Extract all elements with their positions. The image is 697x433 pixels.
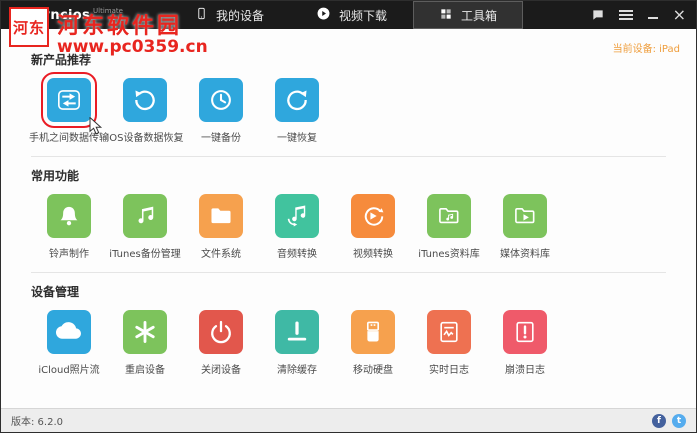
feedback-bubble-icon[interactable] (591, 8, 605, 22)
music-note-icon (123, 194, 167, 238)
brand-name: Syncios (32, 7, 91, 23)
section-divider (31, 156, 666, 157)
brand-edition: Ultimate (93, 7, 123, 15)
facebook-icon[interactable]: f (652, 413, 666, 428)
data-recovery-icon (123, 78, 167, 122)
tool-label: iTunes备份管理 (109, 249, 181, 260)
restore-arrow-icon (275, 78, 319, 122)
tool-label: 音频转换 (277, 249, 317, 260)
tool-itunes-library[interactable]: iTunes资料库 (411, 194, 487, 260)
tool-audio-converter[interactable]: 音频转换 (259, 194, 335, 260)
bell-icon (47, 194, 91, 238)
transfer-arrows-icon (41, 72, 97, 128)
tool-label: iCloud照片流 (38, 365, 100, 376)
tool-one-key-backup[interactable]: 一键备份 (183, 78, 259, 144)
tab-label: 工具箱 (460, 8, 497, 23)
titlebar-controls: × (591, 1, 688, 29)
section-common-functions: 常用功能铃声制作 iTunes备份管理 文件系统 音频转换 视频转换 iTunes资料库 媒… (31, 167, 666, 260)
tool-label: 清除缓存 (277, 365, 317, 376)
tool-label: 文件系统 (201, 249, 241, 260)
tool-label: 铃声制作 (49, 249, 89, 260)
syncios-logo-icon: S (9, 6, 26, 24)
menu-icon[interactable] (618, 9, 633, 21)
power-icon (199, 310, 243, 354)
tool-label: 一键备份 (201, 133, 241, 144)
version-label: 版本: 6.2.0 (11, 417, 63, 428)
tab-toolbox[interactable]: 工具箱 (412, 1, 523, 29)
tool-sections: 新产品推荐手机之间数据传输 iOS设备数据恢复 一键备份 一键恢复常用功能铃声制作 iT… (29, 51, 666, 376)
tool-label: 一键恢复 (277, 133, 317, 144)
tool-restart-device[interactable]: 重启设备 (107, 310, 183, 376)
tool-label: 重启设备 (125, 365, 165, 376)
toolbox-content: 新产品推荐手机之间数据传输 iOS设备数据恢复 一键备份 一键恢复常用功能铃声制作 iT… (1, 29, 696, 408)
tool-ios-data-recovery[interactable]: iOS设备数据恢复 (106, 78, 184, 144)
section-title: 新产品推荐 (31, 53, 92, 67)
tool-label: iOS设备数据恢复 (106, 133, 184, 144)
tool-mobile-disk[interactable]: 移动硬盘 (335, 310, 411, 376)
current-device-label: 当前设备: iPad (612, 44, 680, 55)
section-device-management: 设备管理 iCloud照片流 重启设备 关闭设备 清除缓存 移动硬盘 实时日志 崩溃日志 (31, 283, 666, 376)
tool-label: 视频转换 (353, 249, 393, 260)
title-bar: S Syncios Ultimate 我的设备 视频下载 工具箱 × (1, 1, 696, 29)
tool-label: iTunes资料库 (418, 249, 480, 260)
social-links: f t (652, 413, 686, 428)
log-pulse-icon (427, 310, 471, 354)
audio-convert-icon (275, 194, 319, 238)
backup-clock-icon (199, 78, 243, 122)
tool-label: 移动硬盘 (353, 365, 393, 376)
tool-one-key-restore[interactable]: 一键恢复 (259, 78, 335, 144)
status-bar: 版本: 6.2.0 f t (1, 408, 696, 432)
tool-media-library[interactable]: 媒体资料库 (487, 194, 563, 260)
tool-icloud-photo-stream[interactable]: iCloud照片流 (31, 310, 107, 376)
tool-row: 手机之间数据传输 iOS设备数据恢复 一键备份 一键恢复 (29, 72, 666, 144)
tool-label: 崩溃日志 (505, 365, 545, 376)
tool-label: 媒体资料库 (500, 249, 550, 260)
tool-label: 关闭设备 (201, 365, 241, 376)
tool-itunes-backup-manager[interactable]: iTunes备份管理 (107, 194, 183, 260)
phone-icon (195, 7, 208, 23)
video-convert-icon (351, 194, 395, 238)
cloud-icon (47, 310, 91, 354)
tool-ringtone-maker[interactable]: 铃声制作 (31, 194, 107, 260)
section-divider (31, 272, 666, 273)
log-alert-icon (503, 310, 547, 354)
usb-icon (351, 310, 395, 354)
tool-realtime-log[interactable]: 实时日志 (411, 310, 487, 376)
tab-video-download[interactable]: 视频下载 (290, 1, 413, 29)
tool-crash-log[interactable]: 崩溃日志 (487, 310, 563, 376)
twitter-icon[interactable]: t (672, 413, 686, 428)
section-title: 常用功能 (31, 169, 80, 183)
play-icon (316, 6, 331, 24)
main-nav: 我的设备 视频下载 工具箱 (169, 1, 523, 29)
folder-play-icon (503, 194, 547, 238)
tool-shutdown-device[interactable]: 关闭设备 (183, 310, 259, 376)
tool-row: iCloud照片流 重启设备 关闭设备 清除缓存 移动硬盘 实时日志 崩溃日志 (31, 310, 666, 376)
tool-phone-data-transfer[interactable]: 手机之间数据传输 (29, 72, 109, 144)
tool-row: 铃声制作 iTunes备份管理 文件系统 音频转换 视频转换 iTunes资料库 媒体资料库 (31, 194, 666, 260)
tab-label: 视频下载 (338, 8, 387, 23)
close-button[interactable]: × (673, 7, 686, 23)
tool-clear-cache[interactable]: 清除缓存 (259, 310, 335, 376)
tab-label: 我的设备 (215, 8, 264, 23)
minimize-button[interactable] (647, 9, 659, 21)
tool-label: 手机之间数据传输 (29, 133, 109, 144)
asterisk-icon (123, 310, 167, 354)
tool-video-converter[interactable]: 视频转换 (335, 194, 411, 260)
section-title: 设备管理 (31, 285, 80, 299)
brand: S Syncios Ultimate (9, 1, 123, 29)
tool-label: 实时日志 (429, 365, 469, 376)
folder-music-icon (427, 194, 471, 238)
folder-icon (199, 194, 243, 238)
grid-icon (439, 7, 453, 24)
tab-my-devices[interactable]: 我的设备 (169, 1, 290, 29)
syncios-window: S Syncios Ultimate 我的设备 视频下载 工具箱 × 当前设备:… (0, 0, 697, 433)
tool-file-system[interactable]: 文件系统 (183, 194, 259, 260)
eject-icon (275, 310, 319, 354)
section-new-products: 新产品推荐手机之间数据传输 iOS设备数据恢复 一键备份 一键恢复 (29, 51, 666, 144)
